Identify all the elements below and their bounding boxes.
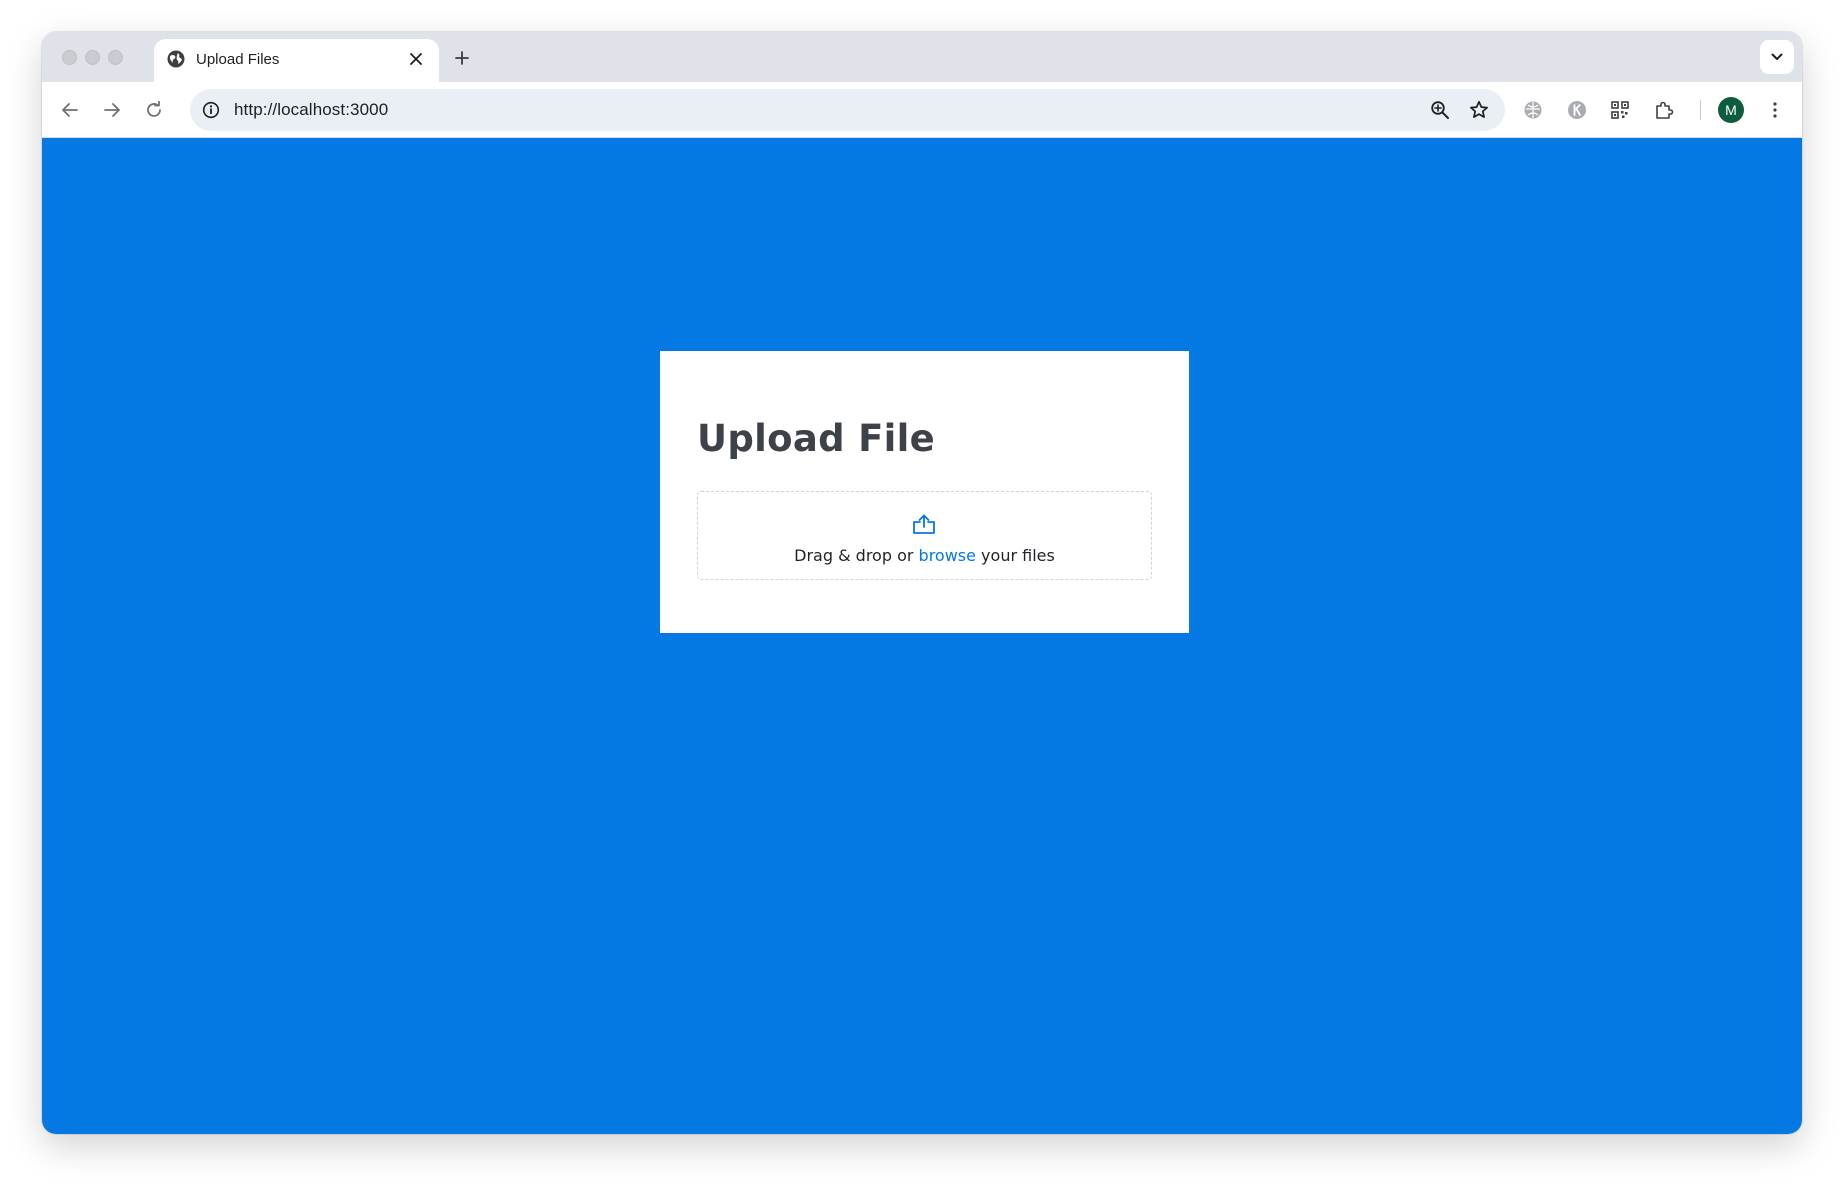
bookmark-star-icon[interactable] xyxy=(1467,98,1491,122)
tab-search-chevron-down-icon[interactable] xyxy=(1760,40,1794,74)
browser-toolbar: http://localhost:3000 M xyxy=(42,82,1802,138)
extension-k-icon[interactable] xyxy=(1564,97,1590,123)
upload-icon xyxy=(912,513,936,535)
new-tab-icon[interactable] xyxy=(449,45,475,71)
profile-initial: M xyxy=(1725,102,1737,118)
extensions-puzzle-icon[interactable] xyxy=(1651,97,1677,123)
dropzone-instructions: Drag & drop or browse your files xyxy=(698,546,1151,565)
page-viewport: Upload File Drag & drop or browse your f… xyxy=(42,138,1802,1134)
window-zoom-button[interactable] xyxy=(108,50,123,65)
back-arrow-icon[interactable] xyxy=(56,96,84,124)
file-dropzone[interactable]: Drag & drop or browse your files xyxy=(697,491,1152,580)
dropzone-text-after: your files xyxy=(975,546,1055,565)
window-minimize-button[interactable] xyxy=(85,50,100,65)
zoom-icon[interactable] xyxy=(1428,98,1452,122)
window-close-button[interactable] xyxy=(62,50,77,65)
browse-link[interactable]: browse xyxy=(919,546,976,565)
globe-icon xyxy=(166,49,186,69)
forward-arrow-icon[interactable] xyxy=(98,96,126,124)
reload-icon[interactable] xyxy=(140,96,168,124)
address-bar[interactable]: http://localhost:3000 xyxy=(190,89,1505,131)
toolbar-divider xyxy=(1700,100,1701,120)
profile-avatar[interactable]: M xyxy=(1718,97,1744,123)
tab-strip: Upload Files xyxy=(42,32,1802,82)
tab-upload-files[interactable]: Upload Files xyxy=(154,39,439,82)
browser-menu-icon[interactable] xyxy=(1762,97,1788,123)
dropzone-text-before: Drag & drop or xyxy=(794,546,919,565)
extension-globe-icon[interactable] xyxy=(1520,97,1546,123)
upload-card: Upload File Drag & drop or browse your f… xyxy=(660,351,1189,633)
page-title: Upload File xyxy=(697,417,936,460)
site-info-icon[interactable] xyxy=(200,99,222,121)
extension-qr-code-icon[interactable] xyxy=(1607,97,1633,123)
address-url: http://localhost:3000 xyxy=(234,100,389,119)
tab-close-icon[interactable] xyxy=(406,49,426,69)
browser-window: Upload Files http://localhost:3000 M Upl… xyxy=(42,32,1802,1134)
tab-title: Upload Files xyxy=(196,51,280,68)
